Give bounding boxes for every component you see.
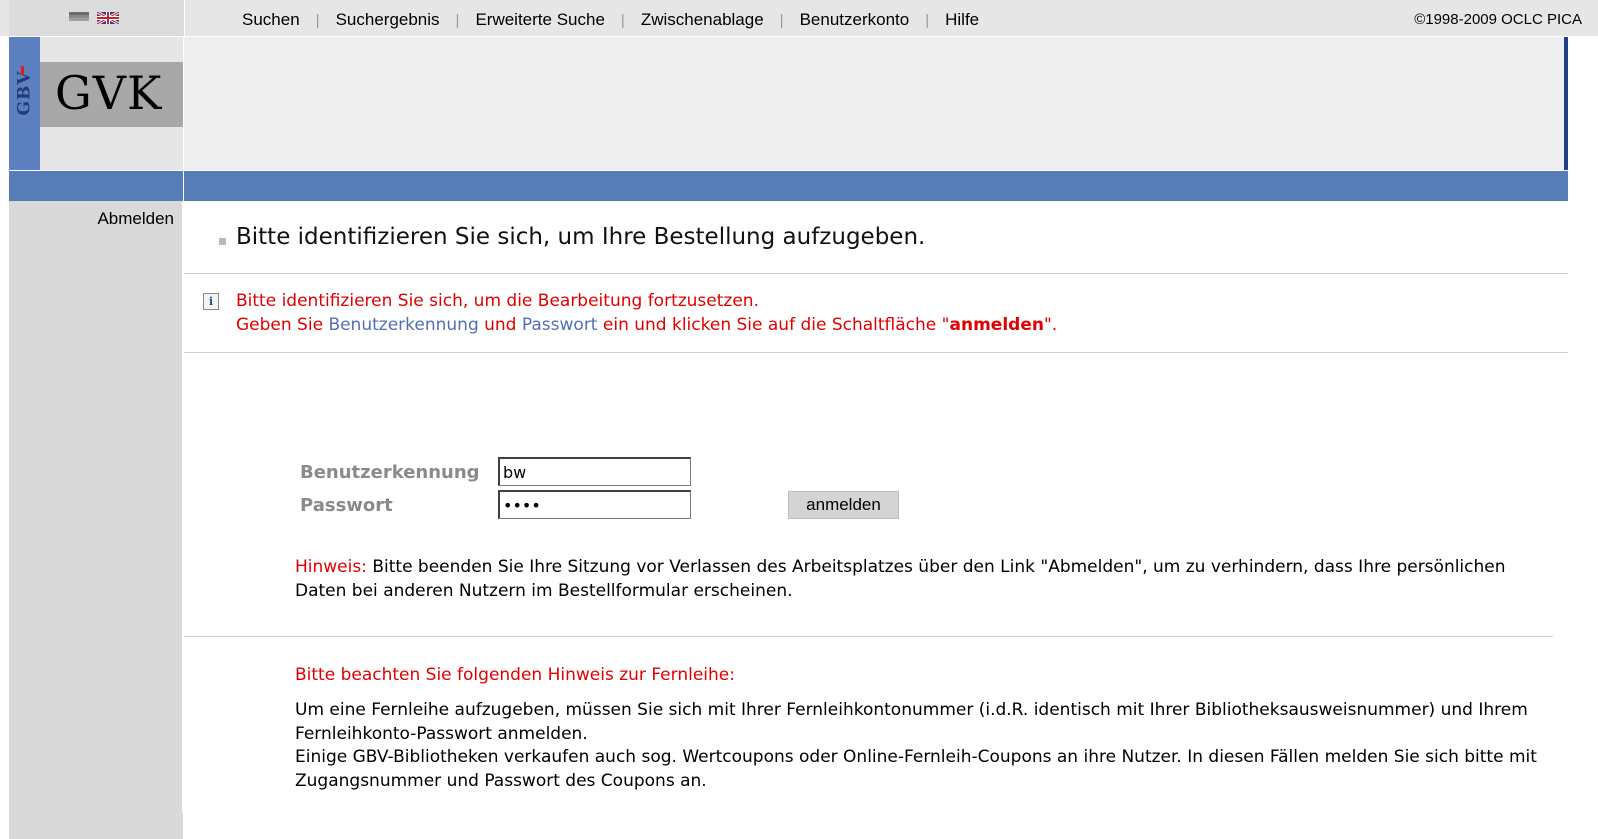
copyright-text: ©1998-2009 OCLC PICA xyxy=(1414,11,1582,28)
gbv-logo-mark xyxy=(21,66,24,75)
nav-separator: | xyxy=(620,11,625,29)
hint-label: Hinweis: xyxy=(295,557,367,577)
login-button[interactable]: anmelden xyxy=(788,491,899,519)
fernleihe-paragraph-2: Einige GBV-Bibliotheken verkaufen auch s… xyxy=(295,747,1537,791)
nav-benutzerkonto[interactable]: Benutzerkonto xyxy=(800,10,910,30)
sidebar-divider xyxy=(182,201,184,813)
fernleihe-title: Bitte beachten Sie folgenden Hinweis zur… xyxy=(295,665,735,685)
info-message-line2: Geben Sie Benutzerkennung und Passwort e… xyxy=(236,315,1057,335)
blue-band-left xyxy=(9,171,183,201)
nav-separator: | xyxy=(315,11,320,29)
info-message-line1: Bitte identifizieren Sie sich, um die Be… xyxy=(236,291,759,311)
info-button-term: anmelden xyxy=(949,315,1044,335)
password-label: Passwort xyxy=(300,495,393,516)
password-input[interactable] xyxy=(498,490,691,519)
gbv-logo-text: GBV xyxy=(15,70,36,116)
info-pass-term: Passwort xyxy=(521,315,598,335)
gvk-logo[interactable]: GVK xyxy=(55,66,162,120)
username-label: Benutzerkennung xyxy=(300,462,480,483)
header-edge xyxy=(1564,37,1568,170)
divider xyxy=(184,352,1568,353)
nav-separator: | xyxy=(455,11,460,29)
info-text: ein und klicken Sie auf die Schaltfläche… xyxy=(597,315,950,335)
logout-link[interactable]: Abmelden xyxy=(97,209,174,229)
page-title: Bitte identifizieren Sie sich, um Ihre B… xyxy=(236,224,926,250)
info-text: ". xyxy=(1043,315,1058,335)
nav-suchergebnis[interactable]: Suchergebnis xyxy=(336,10,440,30)
nav-zwischenablage[interactable]: Zwischenablage xyxy=(641,10,764,30)
divider xyxy=(184,636,1553,637)
divider xyxy=(184,273,1568,274)
hint-text: Bitte beenden Sie Ihre Sitzung vor Verla… xyxy=(295,557,1506,601)
username-input[interactable] xyxy=(498,457,691,486)
gbv-logo: GBV xyxy=(10,62,40,124)
main-menu: Suchen | Suchergebnis | Erweiterte Suche… xyxy=(242,10,979,30)
english-flag-icon[interactable] xyxy=(97,12,119,24)
nav-suchen[interactable]: Suchen xyxy=(242,10,300,30)
nav-hilfe[interactable]: Hilfe xyxy=(945,10,979,30)
info-icon: i xyxy=(203,293,219,310)
fernleihe-paragraph-1: Um eine Fernleihe aufzugeben, müssen Sie… xyxy=(295,700,1528,744)
nav-separator: | xyxy=(925,11,930,29)
nav-separator: | xyxy=(779,11,784,29)
info-user-term: Benutzerkennung xyxy=(328,315,479,335)
header-banner xyxy=(184,37,1568,170)
info-text: Geben Sie xyxy=(236,315,329,335)
blue-band xyxy=(184,171,1568,201)
logout-hint: Hinweis: Bitte beenden Sie Ihre Sitzung … xyxy=(295,555,1553,603)
sidebar xyxy=(9,201,183,839)
nav-erweiterte-suche[interactable]: Erweiterte Suche xyxy=(475,10,604,30)
german-flag-icon[interactable] xyxy=(69,12,89,21)
heading-bullet-icon xyxy=(219,238,226,245)
info-text: und xyxy=(478,315,522,335)
